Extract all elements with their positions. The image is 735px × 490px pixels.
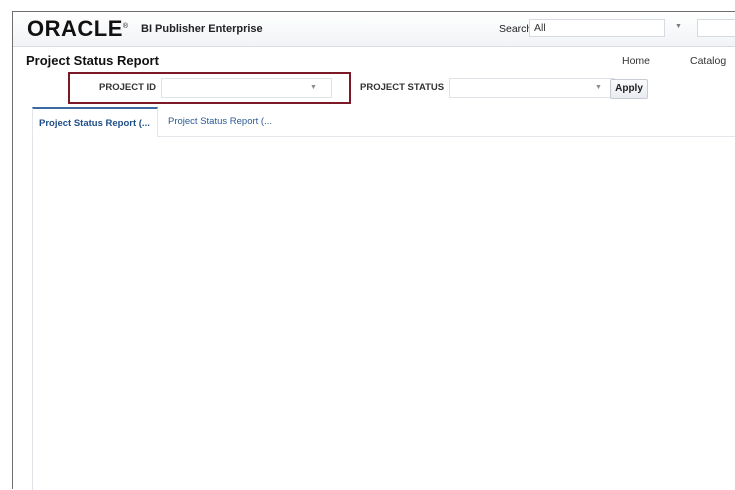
search-label: Search <box>499 23 533 35</box>
chevron-down-icon[interactable]: ▼ <box>310 84 317 91</box>
search-scope-select[interactable]: All <box>529 19 665 37</box>
project-id-label: PROJECT ID <box>99 82 157 93</box>
apply-button[interactable]: Apply <box>610 79 648 99</box>
nav-catalog-link[interactable]: Catalog <box>690 55 726 67</box>
oracle-logo: ORACLE® <box>27 16 129 41</box>
search-input[interactable] <box>697 19 735 37</box>
nav-home-link[interactable]: Home <box>622 55 650 67</box>
product-name: BI Publisher Enterprise <box>141 23 263 35</box>
project-status-select[interactable] <box>449 78 615 98</box>
page-title: Project Status Report <box>26 53 159 68</box>
tab-project-status-report-2[interactable]: Project Status Report (... <box>162 107 292 135</box>
chevron-down-icon[interactable]: ▼ <box>595 84 602 91</box>
tab-project-status-report-1[interactable]: Project Status Report (... <box>32 107 158 137</box>
chevron-down-icon[interactable]: ▼ <box>675 23 682 30</box>
project-id-select[interactable] <box>161 78 332 98</box>
header-bar: ORACLE® BI Publisher Enterprise Search A… <box>13 12 735 47</box>
logo-mark: ® <box>122 23 129 30</box>
report-tabs: Project Status Report (... Project Statu… <box>32 107 735 137</box>
project-status-label: PROJECT STATUS <box>360 82 445 93</box>
report-content-area <box>32 137 735 490</box>
app-window: ORACLE® BI Publisher Enterprise Search A… <box>12 11 735 490</box>
logo-text: ORACLE <box>27 16 123 41</box>
